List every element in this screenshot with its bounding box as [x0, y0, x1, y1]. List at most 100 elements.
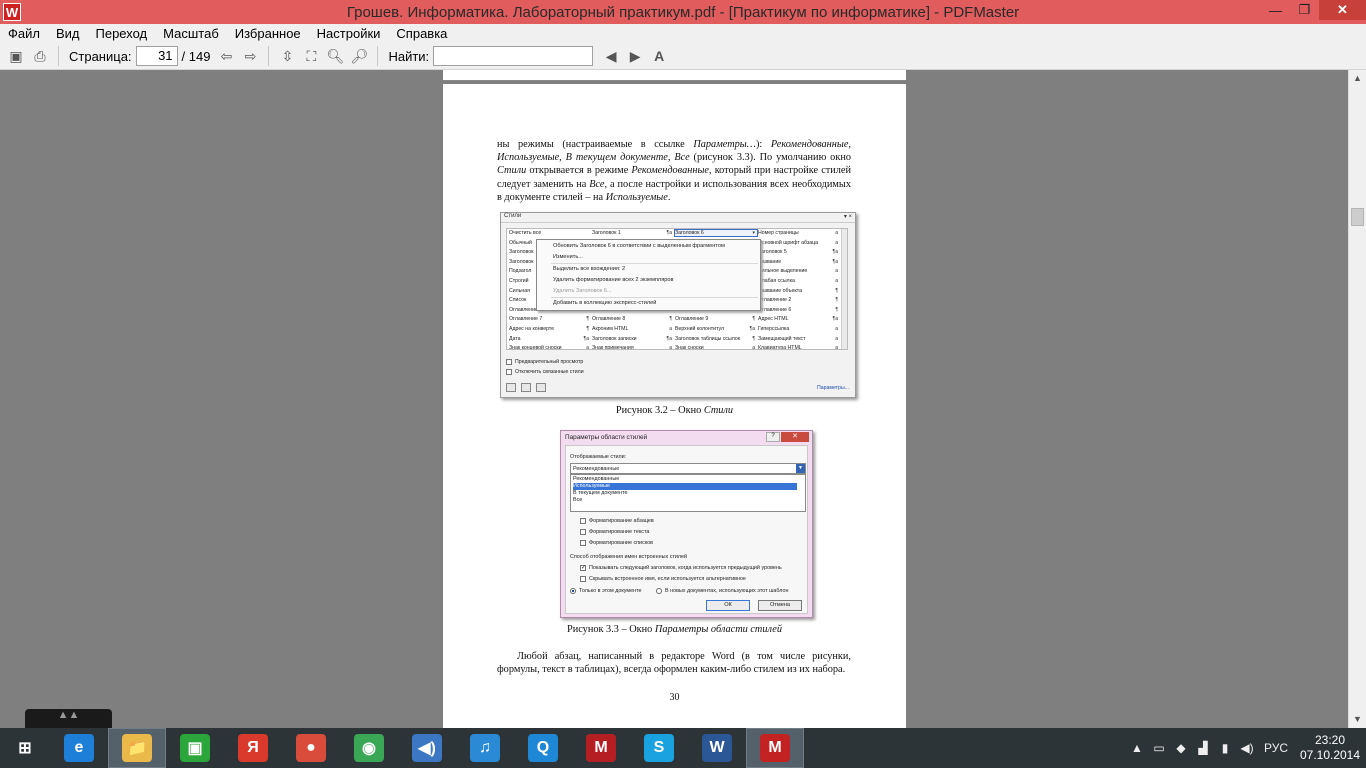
taskbar-itunes[interactable]: ♫: [456, 728, 514, 768]
style-gallery-row: Дата ¶a Заголовок записки ¶a Заголовок табли…: [507, 335, 843, 345]
close-button[interactable]: ✕: [1319, 0, 1366, 20]
taskbar-file-explorer[interactable]: 📁: [108, 728, 166, 768]
taskbar-start[interactable]: ⊞: [0, 728, 50, 768]
yandex-browser-icon: Я: [238, 734, 268, 762]
new-style-icon: [506, 383, 516, 392]
cancel-button: Отмена: [758, 600, 802, 611]
help-icon: ?: [766, 432, 780, 442]
fit-page-icon[interactable]: ⛶: [301, 46, 321, 66]
taskbar-skype[interactable]: S: [630, 728, 688, 768]
radio-new-documents: В новых документах, использующих этот ша…: [656, 588, 788, 594]
menu-file[interactable]: Файл: [0, 26, 48, 41]
word-icon: W: [702, 734, 732, 762]
style-gallery-cell: Адрес HTML ¶a: [758, 316, 838, 323]
body-paragraph: ны режимы (настраиваемые в ссылке Параме…: [497, 139, 851, 203]
sound-app-icon: ◀): [412, 734, 442, 762]
style-pane-options-figure: Параметры области стилей ? ✕ Отображаемы…: [560, 430, 813, 618]
style-gallery-cell: Гиперссылка a: [758, 326, 838, 332]
styles-pane-title: Стили: [504, 213, 522, 219]
minimize-button[interactable]: —: [1261, 0, 1290, 20]
find-next-icon[interactable]: ▶: [625, 46, 645, 66]
style-gallery-cell: Знак концевой сноски a: [509, 345, 589, 350]
print-icon[interactable]: ⎙: [30, 46, 50, 66]
forward-arrow-icon[interactable]: ⇨: [240, 46, 260, 66]
floating-toolbar[interactable]: ▲▲: [25, 709, 112, 728]
taskbar-internet-explorer[interactable]: e: [50, 728, 108, 768]
ctx-delete-style: Удалить Заголовок 6...: [553, 288, 612, 294]
action-center-icon[interactable]: ▭: [1148, 741, 1170, 755]
find-previous-icon[interactable]: ◀: [601, 46, 621, 66]
back-arrow-icon[interactable]: ⇦: [216, 46, 236, 66]
ok-button: ОК: [706, 600, 750, 611]
taskbar: ⊞ e 📁 ▣ Я ● ◉ ◀) ♫ Q M S W M ▲ ▭ ◆ ▟ ▮ ◀) РУС 23:20 0…: [0, 728, 1366, 768]
style-gallery-cell: Верхний колонтитул ¶a: [675, 326, 755, 332]
pane-close-icon: ▾ ×: [843, 214, 852, 220]
zoom-out-icon[interactable]: 🔍︎: [325, 46, 345, 66]
menu-favorites[interactable]: Избранное: [227, 26, 309, 41]
page-number: 30: [669, 692, 680, 703]
dropdown-arrow-icon: ▼: [796, 464, 805, 473]
style-gallery-cell: Номер страницы a: [758, 230, 838, 236]
style-gallery-cell: Знак сноски a: [675, 345, 755, 350]
zoom-in-icon[interactable]: 🔎︎: [349, 46, 369, 66]
show-hidden-icons-icon[interactable]: ▲: [1126, 741, 1148, 755]
vertical-scrollbar[interactable]: ▲ ▼: [1348, 70, 1366, 728]
taskbar-pdfmaster[interactable]: M: [746, 728, 804, 768]
menu-bar: Файл Вид Переход Масштаб Избранное Настр…: [0, 24, 1366, 43]
body-paragraph: Любой абзац, написанный в редакторе Word…: [497, 651, 851, 676]
language-indicator[interactable]: РУС: [1258, 741, 1294, 755]
taskbar-picasa[interactable]: ●: [282, 728, 340, 768]
ctx-select-all: Выделить все вхождения: 2: [553, 266, 626, 272]
battery-icon[interactable]: ▮: [1214, 741, 1236, 755]
find-input[interactable]: [433, 46, 594, 66]
taskbar-quicktime[interactable]: Q: [514, 728, 572, 768]
volume-icon[interactable]: ◀): [1236, 741, 1258, 755]
style-gallery-cell: Знак примечания a: [592, 345, 672, 350]
picasa-icon: ●: [296, 734, 326, 762]
style-gallery-cell: Клавиатура HTML a: [758, 345, 838, 350]
menu-view[interactable]: Вид: [48, 26, 88, 41]
start-icon: ⊞: [10, 734, 40, 762]
style-gallery-cell: Адрес на конверте ¶: [509, 326, 589, 332]
page-number-input[interactable]: 31: [135, 46, 178, 66]
match-case-icon[interactable]: A: [649, 46, 669, 66]
taskbar-store[interactable]: ▣: [166, 728, 224, 768]
pdfmaster-icon: M: [760, 734, 790, 762]
app-icon[interactable]: W: [3, 3, 21, 21]
style-gallery-cell: Сильное выделение a: [758, 268, 838, 275]
style-gallery-row: Адрес на конверте ¶ Акроним HTML a Верхний к…: [507, 325, 843, 335]
clock[interactable]: 23:20 07.10.2014: [1294, 733, 1366, 763]
scroll-up-icon[interactable]: ▲: [1349, 70, 1366, 87]
style-gallery-cell: Основной шрифт абзаца a: [758, 239, 838, 246]
figure-caption: Рисунок 3.3 – Окно Параметры области сти…: [567, 624, 782, 635]
scrollbar-thumb[interactable]: [1351, 208, 1364, 226]
network-icon[interactable]: ▟: [1192, 741, 1214, 755]
restore-button[interactable]: ❐: [1290, 0, 1319, 20]
taskbar-sound-app[interactable]: ◀): [398, 728, 456, 768]
fit-width-icon[interactable]: ⇳: [277, 46, 297, 66]
style-gallery-cell: Очистить все: [509, 230, 542, 236]
ctx-update-style: Обновить Заголовок 6 в соответствии с вы…: [553, 243, 725, 249]
scroll-down-icon[interactable]: ▼: [1349, 711, 1366, 728]
save-icon[interactable]: ▣: [6, 46, 26, 66]
menu-zoom[interactable]: Масштаб: [155, 26, 227, 41]
style-gallery-row: Очистить все Заголовок 1 ¶a Заголовок 6 ▾ Ном…: [507, 229, 843, 239]
menu-help[interactable]: Справка: [388, 26, 455, 41]
store-icon: ▣: [180, 734, 210, 762]
taskbar-mcafee[interactable]: M: [572, 728, 630, 768]
taskbar-word[interactable]: W: [688, 728, 746, 768]
chrome-icon: ◉: [354, 734, 384, 762]
taskbar-chrome[interactable]: ◉: [340, 728, 398, 768]
style-gallery-cell: Замещающий текст a: [758, 335, 838, 342]
document-viewport[interactable]: ны режимы (настраиваемые в ссылке Параме…: [0, 70, 1348, 728]
dropbox-icon[interactable]: ◆: [1170, 741, 1192, 755]
menu-settings[interactable]: Настройки: [309, 26, 389, 41]
menu-go[interactable]: Переход: [88, 26, 156, 41]
taskbar-yandex-browser[interactable]: Я: [224, 728, 282, 768]
show-styles-label: Отображаемые стили:: [570, 454, 627, 460]
find-label: Найти:: [388, 48, 430, 64]
figure-caption: Рисунок 3.2 – Окно Стили: [615, 405, 734, 416]
styles-dropdown-list: Рекомендованные Используемые В текущем д…: [570, 474, 806, 512]
style-gallery-cell: Дата ¶a: [509, 335, 589, 342]
style-gallery-cell: Акроним HTML a: [592, 326, 672, 332]
